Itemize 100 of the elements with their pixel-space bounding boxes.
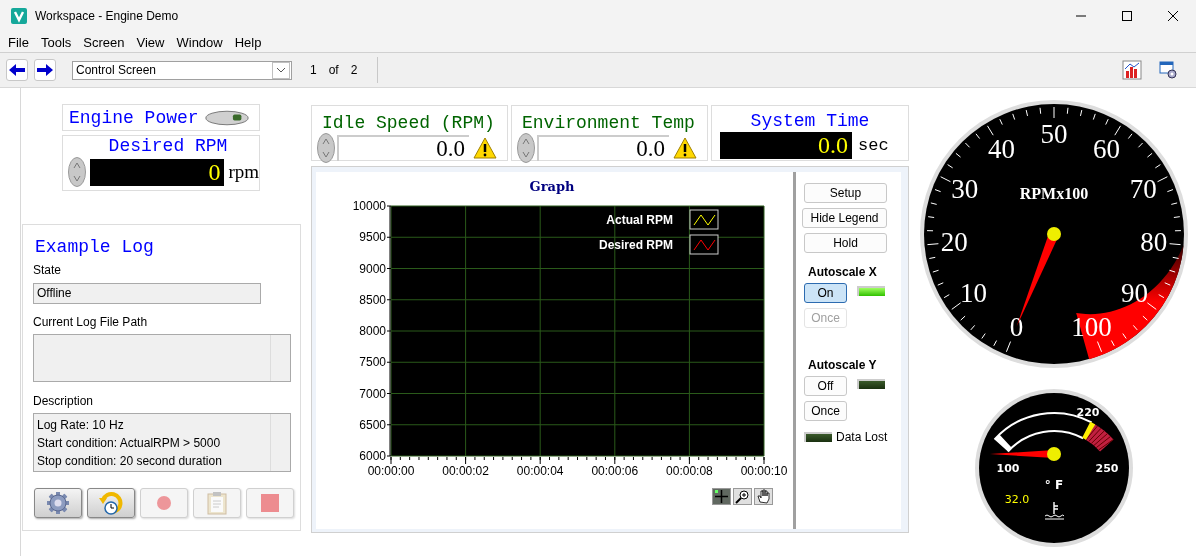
close-icon bbox=[1168, 11, 1178, 21]
clock-arrow-icon bbox=[98, 490, 124, 516]
page-total: 2 bbox=[350, 63, 358, 77]
app-icon bbox=[11, 8, 27, 24]
description-line: Log Rate: 10 Hz bbox=[37, 417, 125, 434]
graph-button[interactable]: Hold bbox=[804, 233, 887, 253]
spin-button[interactable] bbox=[517, 133, 535, 163]
gear-icon bbox=[46, 491, 70, 515]
x-tick-label: 00:00:02 bbox=[442, 464, 489, 477]
y-tick-label: 8500 bbox=[359, 292, 386, 307]
x-tick-label: 00:00:06 bbox=[591, 464, 639, 477]
gauge-scale-label: 90 bbox=[1121, 278, 1148, 309]
gauge-scale-label: 10 bbox=[960, 278, 987, 309]
thermometer-icon bbox=[1044, 501, 1065, 520]
menu-item[interactable]: View bbox=[130, 34, 171, 50]
left-arrow-icon bbox=[9, 64, 25, 76]
description-line: Stop condition: 20 second duration bbox=[37, 453, 223, 470]
autoscale-label: Autoscale Y bbox=[807, 358, 877, 372]
gauge-scale-label: 70 bbox=[1129, 173, 1157, 204]
log-path-field[interactable] bbox=[33, 334, 291, 382]
schedule-button[interactable] bbox=[87, 488, 135, 518]
x-tick-label: 00:00:10 bbox=[740, 464, 788, 477]
hand-icon bbox=[756, 489, 771, 504]
autoscale-once-button[interactable]: Once bbox=[804, 401, 847, 421]
system-time-label: System Time bbox=[749, 110, 871, 132]
description-line: Start condition: ActualRPM > 5000 bbox=[37, 435, 222, 452]
gauge-scale-label: 50 bbox=[1040, 119, 1068, 149]
menu-item[interactable]: Window bbox=[170, 34, 229, 50]
y-tick-label: 7500 bbox=[359, 355, 386, 370]
y-tick-label: 10000 bbox=[352, 199, 386, 213]
unit-label: rpm bbox=[228, 161, 259, 183]
graph-button[interactable]: Setup bbox=[804, 183, 887, 203]
x-tick-label: 00:00:08 bbox=[666, 464, 713, 477]
y-tick-label: 6000 bbox=[359, 449, 386, 463]
gauge-scale-label: 80 bbox=[1140, 227, 1168, 258]
indicator-value[interactable]: 0.0 bbox=[337, 135, 469, 161]
graph-button[interactable]: Hide Legend bbox=[802, 208, 887, 228]
system-time-value: 0.0 bbox=[720, 132, 852, 159]
gauge-scale-label: 250 bbox=[1095, 462, 1119, 475]
description-field[interactable]: Log Rate: 10 Hz Start condition: ActualRPM > 5000 Stop condition: 20 second duration bbox=[33, 413, 291, 472]
power-switch[interactable] bbox=[204, 109, 249, 126]
stop-icon bbox=[261, 494, 279, 512]
y-tick-label: 9000 bbox=[359, 261, 386, 276]
record-icon bbox=[156, 495, 172, 511]
gauge-scale-label: 30 bbox=[951, 173, 979, 204]
screen-dropdown[interactable]: Control Screen bbox=[72, 60, 292, 80]
indicator-label: Environment Temp bbox=[521, 113, 696, 133]
autoscale-label: Autoscale X bbox=[807, 265, 877, 279]
menu-item[interactable]: Help bbox=[228, 34, 268, 50]
autoscale-toggle[interactable]: On bbox=[804, 283, 847, 303]
y-tick-label: 9500 bbox=[359, 230, 386, 245]
log-title: Example Log bbox=[34, 236, 155, 259]
pan-tool-button[interactable] bbox=[754, 488, 773, 505]
x-tick-label: 00:00:04 bbox=[516, 464, 564, 477]
gauge-readout: 32.0 bbox=[1004, 493, 1030, 506]
zoom-icon bbox=[735, 489, 750, 504]
engine-power-label: Engine Power bbox=[69, 107, 199, 128]
window-settings-icon[interactable] bbox=[1158, 60, 1178, 80]
field-label: State bbox=[33, 262, 63, 278]
desired-rpm-value[interactable]: 0 bbox=[90, 158, 225, 186]
gauge-scale-label: 20 bbox=[940, 227, 968, 258]
gauge-caption: RPMx100 bbox=[1019, 185, 1089, 202]
back-button[interactable] bbox=[6, 59, 28, 81]
page-of-label: of bbox=[328, 63, 339, 77]
desired-rpm-label: Desired RPM bbox=[107, 136, 229, 157]
autoscale-toggle[interactable]: Off bbox=[804, 376, 847, 396]
gauge-unit: ° F bbox=[1044, 478, 1064, 492]
indicator-label: Idle Speed (RPM) bbox=[321, 113, 496, 133]
menu-item[interactable]: Screen bbox=[77, 34, 131, 50]
data-lost-label: Data Lost bbox=[836, 430, 888, 444]
field-label: Description bbox=[33, 393, 95, 409]
gauge-scale-label: 0 bbox=[1009, 311, 1024, 342]
gauge-scale-label: 60 bbox=[1092, 133, 1120, 164]
gauge-scale-label: 220 bbox=[1076, 406, 1100, 419]
gauge-scale-label: 100 bbox=[996, 462, 1020, 475]
state-field: Offline bbox=[33, 283, 261, 304]
zoom-tool-button[interactable] bbox=[733, 488, 752, 505]
menu-item[interactable]: File bbox=[2, 34, 35, 50]
menu-item[interactable]: Tools bbox=[34, 34, 78, 50]
page-number: 1 bbox=[310, 63, 317, 77]
indicator-value[interactable]: 0.0 bbox=[537, 135, 669, 161]
spin-button[interactable] bbox=[68, 157, 86, 187]
x-tick-label: 00:00:00 bbox=[367, 464, 415, 477]
y-tick-label: 8000 bbox=[359, 324, 386, 338]
unit-label: sec bbox=[858, 136, 889, 155]
field-label: Current Log File Path bbox=[33, 314, 149, 330]
chart-title: Graph bbox=[529, 179, 575, 194]
maximize-icon bbox=[1122, 11, 1132, 21]
clipboard-icon bbox=[207, 491, 227, 515]
y-tick-label: 7000 bbox=[359, 386, 386, 401]
chart-icon[interactable] bbox=[1122, 60, 1142, 80]
cursor-tool-button[interactable] bbox=[712, 488, 731, 505]
spin-button[interactable] bbox=[317, 133, 335, 163]
settings-button[interactable] bbox=[34, 488, 82, 518]
window-title: Workspace - Engine Demo bbox=[35, 9, 180, 23]
gauge-scale-label: 40 bbox=[988, 133, 1016, 164]
caret-icon bbox=[277, 67, 285, 73]
legend-label: Desired RPM bbox=[598, 238, 673, 252]
forward-button[interactable] bbox=[34, 59, 56, 81]
right-arrow-icon bbox=[37, 64, 53, 76]
